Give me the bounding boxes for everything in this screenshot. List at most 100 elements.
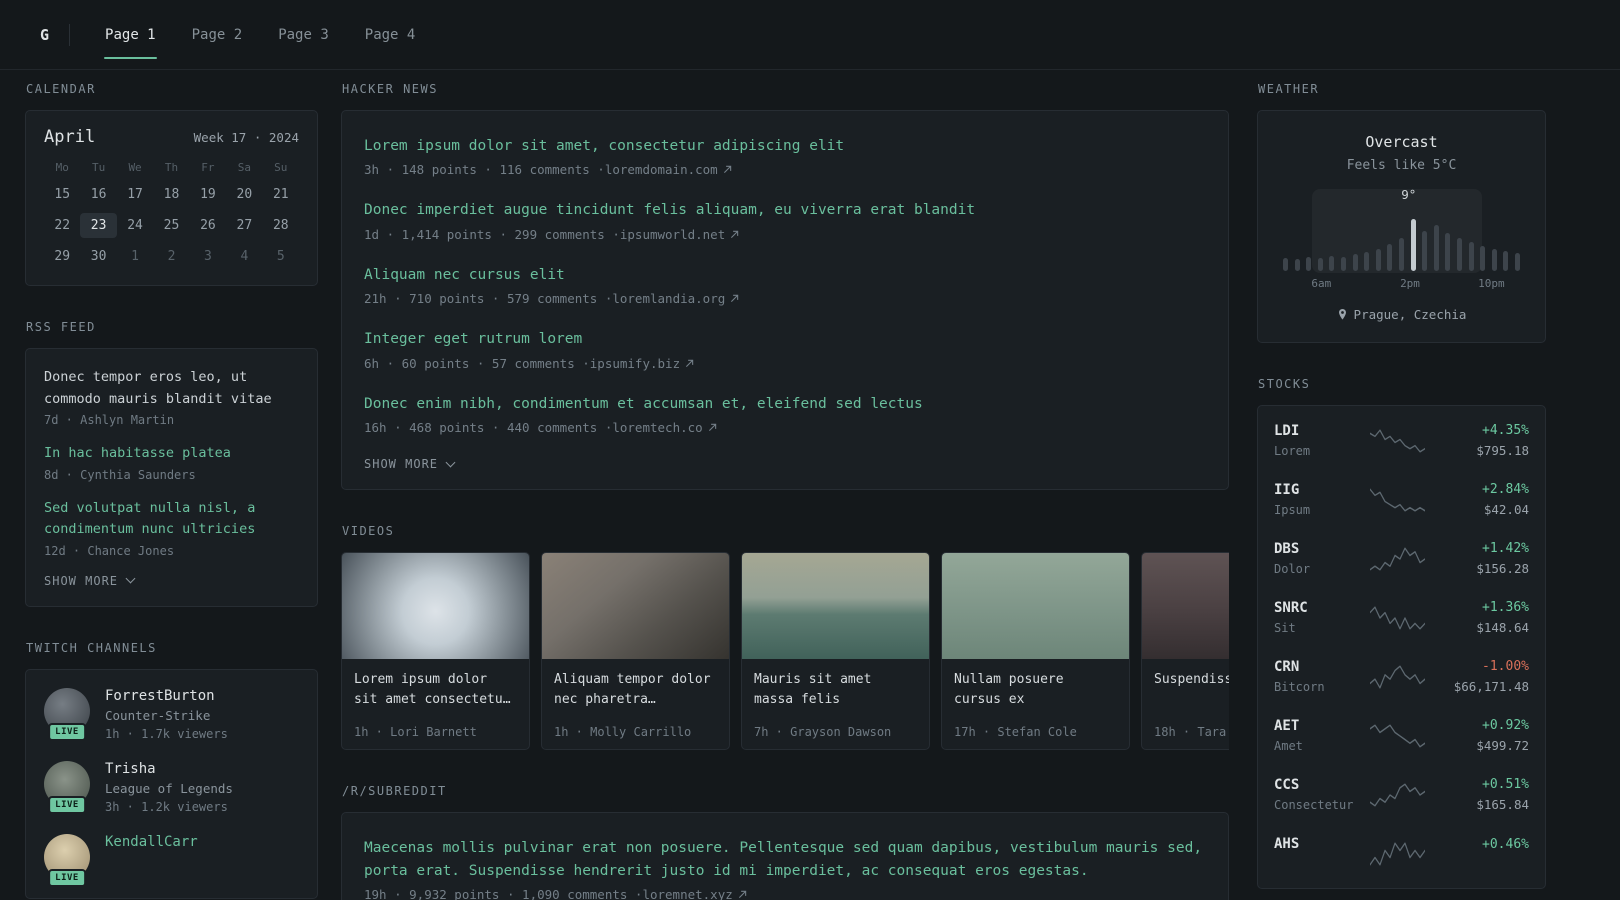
weather-bar bbox=[1306, 257, 1312, 271]
weather-bar bbox=[1387, 244, 1393, 271]
stock-row[interactable]: SNRC Sit +1.36% $148.64 bbox=[1258, 588, 1545, 647]
video-meta: 1h · Molly Carrillo bbox=[554, 725, 692, 740]
right-column: WEATHER Overcast Feels like 5°C 9° 6am 2… bbox=[1257, 82, 1546, 900]
weather-bar bbox=[1340, 257, 1346, 271]
rss-item-title[interactable]: Donec tempor eros leo, ut commodo mauris… bbox=[44, 367, 299, 410]
video-title[interactable]: Suspendisse diam bbox=[1154, 670, 1229, 719]
stock-name: Consectetur bbox=[1274, 798, 1354, 812]
video-title[interactable]: Nullam posuere cursus ex bbox=[954, 670, 1117, 719]
hn-story-domain-link[interactable]: loremdomain.com bbox=[605, 162, 732, 177]
calendar-day-header: We bbox=[128, 161, 142, 174]
hn-story-domain: loremdomain.com bbox=[604, 162, 718, 178]
video-card[interactable]: Mauris sit amet massa felis 7h · Grayson… bbox=[741, 552, 930, 751]
hn-story-meta: 21h · 710 points · 579 comments · loreml… bbox=[364, 291, 1206, 306]
stock-price: $795.18 bbox=[1476, 443, 1529, 458]
video-meta: 7h · Grayson Dawson bbox=[754, 725, 892, 740]
weather-card: Overcast Feels like 5°C 9° 6am 2pm 10pm … bbox=[1257, 110, 1546, 343]
video-card[interactable]: Aliquam tempor dolor nec pharetra… 1h · … bbox=[541, 552, 730, 751]
live-badge: LIVE bbox=[48, 795, 86, 814]
video-card[interactable]: Nullam posuere cursus ex 17h · Stefan Co… bbox=[941, 552, 1130, 751]
hn-story-title[interactable]: Donec enim nibh, condimentum et accumsan… bbox=[364, 393, 1206, 415]
stock-row[interactable]: DBS Dolor +1.42% $156.28 bbox=[1258, 529, 1545, 588]
rss-item-meta: 7d · Ashlyn Martin bbox=[44, 413, 175, 428]
rss-show-more-button[interactable]: SHOW MORE bbox=[44, 574, 136, 588]
channel-name[interactable]: KendallCarr bbox=[105, 834, 198, 850]
subreddit-post-domain-link[interactable]: loremnet.xyz bbox=[642, 887, 746, 900]
stock-name: Dolor bbox=[1274, 562, 1311, 576]
rss-item-title[interactable]: In hac habitasse platea bbox=[44, 443, 299, 465]
stock-change: +0.92% bbox=[1482, 718, 1529, 733]
weather-time-label: 6am bbox=[1311, 277, 1332, 290]
stock-row[interactable]: CRN Bitcorn -1.00% $66,171.48 bbox=[1258, 647, 1545, 706]
calendar-day: 25 bbox=[163, 218, 180, 233]
video-thumbnail[interactable] bbox=[542, 553, 729, 660]
hn-story-domain-link[interactable]: ipsumify.biz bbox=[590, 356, 694, 371]
channel-info: KendallCarr bbox=[105, 834, 198, 854]
weather-bar bbox=[1433, 225, 1439, 271]
video-thumbnail[interactable] bbox=[742, 553, 929, 660]
stock-identity: SNRC Sit bbox=[1274, 600, 1362, 635]
tab-page-1[interactable]: Page 1 bbox=[92, 21, 169, 59]
stock-sparkline bbox=[1370, 428, 1425, 453]
video-card[interactable]: Lorem ipsum dolor sit amet consectetu… 1… bbox=[341, 552, 530, 751]
calendar-day-header: Mo bbox=[55, 161, 69, 174]
stock-row[interactable]: CCS Consectetur +0.51% $165.84 bbox=[1258, 765, 1545, 824]
video-thumbnail[interactable] bbox=[942, 553, 1129, 660]
rss-item-title[interactable]: Sed volutpat nulla nisl, a condimentum n… bbox=[44, 498, 299, 541]
stock-symbol: AET bbox=[1274, 718, 1300, 734]
external-link-icon bbox=[731, 295, 739, 303]
video-thumbnail[interactable] bbox=[342, 553, 529, 660]
channel-name[interactable]: Trisha bbox=[105, 761, 233, 777]
stock-name bbox=[1274, 857, 1362, 871]
stock-row[interactable]: IIG Ipsum +2.84% $42.04 bbox=[1258, 470, 1545, 529]
calendar-day: 26 bbox=[200, 218, 216, 233]
channel-game[interactable]: League of Legends bbox=[105, 781, 233, 796]
weather-bar bbox=[1480, 246, 1486, 271]
calendar-day: 18 bbox=[163, 187, 180, 202]
stock-row[interactable]: AHS +0.46% bbox=[1258, 824, 1545, 883]
video-title[interactable]: Mauris sit amet massa felis bbox=[754, 670, 917, 719]
hn-story-domain-link[interactable]: ipsumworld.net bbox=[620, 227, 739, 242]
tab-page-3[interactable]: Page 3 bbox=[265, 21, 342, 49]
video-title[interactable]: Aliquam tempor dolor nec pharetra… bbox=[554, 670, 717, 719]
hn-story-domain-link[interactable]: loremlandia.org bbox=[612, 291, 739, 306]
tab-page-2[interactable]: Page 2 bbox=[179, 21, 256, 49]
calendar-day-selected: 23 bbox=[80, 213, 117, 238]
hn-story-title[interactable]: Aliquam nec cursus elit bbox=[364, 264, 1206, 286]
twitch-channel[interactable]: LIVE KendallCarr bbox=[44, 833, 299, 887]
hn-story-title[interactable]: Donec imperdiet augue tincidunt felis al… bbox=[364, 199, 1206, 221]
twitch-widget: TWITCH CHANNELS LIVE ForrestBurton Count… bbox=[25, 641, 318, 899]
tab-page-4[interactable]: Page 4 bbox=[352, 21, 429, 49]
stock-row[interactable]: LDI Lorem +4.35% $795.18 bbox=[1258, 411, 1545, 470]
calendar-day: 22 bbox=[54, 218, 71, 233]
weather-bar bbox=[1398, 238, 1404, 271]
stock-quote: +1.36% $148.64 bbox=[1433, 600, 1529, 635]
hn-story-domain: ipsumworld.net bbox=[619, 226, 726, 242]
video-card[interactable]: Suspendisse diam 18h · Tara bbox=[1141, 552, 1229, 751]
top-navigation-bar: G Page 1 Page 2 Page 3 Page 4 bbox=[0, 0, 1620, 70]
weather-location: Prague, Czechia bbox=[1353, 307, 1467, 322]
weather-bar-current bbox=[1410, 219, 1416, 271]
video-body: Nullam posuere cursus ex 17h · Stefan Co… bbox=[942, 659, 1129, 749]
hn-show-more-button[interactable]: SHOW MORE bbox=[364, 457, 456, 471]
hn-story-title[interactable]: Lorem ipsum dolor sit amet, consectetur … bbox=[364, 135, 1206, 157]
stock-price: $165.84 bbox=[1476, 797, 1529, 812]
stock-sparkline bbox=[1370, 605, 1425, 630]
stock-quote: +0.92% $499.72 bbox=[1433, 718, 1529, 753]
video-thumbnail[interactable] bbox=[1142, 553, 1229, 660]
subreddit-post-title[interactable]: Maecenas mollis pulvinar erat non posuer… bbox=[364, 837, 1206, 882]
hn-story-domain-link[interactable]: loremtech.co bbox=[612, 420, 716, 435]
calendar-week-year: Week 17 · 2024 bbox=[193, 130, 299, 145]
video-title[interactable]: Lorem ipsum dolor sit amet consectetu… bbox=[354, 670, 517, 719]
channel-game[interactable]: Counter-Strike bbox=[105, 708, 228, 723]
hn-story: Donec imperdiet augue tincidunt felis al… bbox=[364, 199, 1206, 241]
weather-current-temp-label: 9° bbox=[1401, 187, 1417, 202]
twitch-channel[interactable]: LIVE Trisha League of Legends 3h · 1.2k … bbox=[44, 760, 299, 814]
twitch-channel[interactable]: LIVE ForrestBurton Counter-Strike 1h · 1… bbox=[44, 687, 299, 741]
hn-story-title[interactable]: Integer eget rutrum lorem bbox=[364, 328, 1206, 350]
stock-row[interactable]: AET Amet +0.92% $499.72 bbox=[1258, 706, 1545, 765]
weather-bar bbox=[1329, 256, 1335, 271]
logo-divider bbox=[69, 23, 71, 46]
channel-name[interactable]: ForrestBurton bbox=[105, 688, 228, 704]
app-logo[interactable]: G bbox=[40, 26, 49, 44]
